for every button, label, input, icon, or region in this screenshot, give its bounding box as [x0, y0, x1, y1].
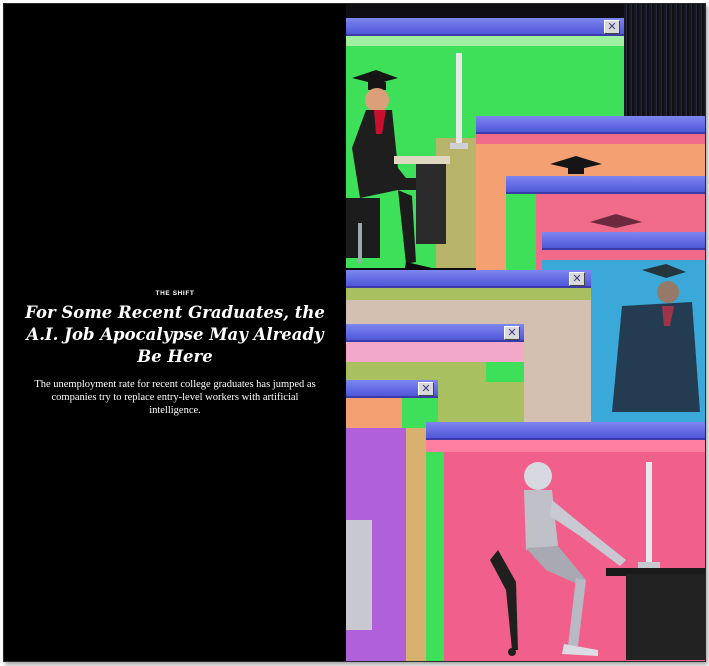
robot-at-computer-illustration — [490, 462, 705, 660]
dark-static-background — [624, 4, 705, 124]
color-block — [476, 134, 705, 144]
graduate-at-computer-illustration — [346, 53, 468, 274]
window-titlebar — [346, 270, 591, 288]
section-kicker[interactable]: THE SHIFT — [4, 290, 346, 297]
close-icon[interactable]: ✕ — [504, 326, 520, 340]
window-titlebar — [346, 324, 524, 342]
close-icon[interactable]: ✕ — [569, 272, 585, 286]
color-block — [426, 452, 444, 661]
color-block — [486, 362, 524, 382]
window-pink-robot — [426, 422, 705, 661]
color-block — [346, 288, 591, 300]
color-block — [346, 342, 524, 362]
window-titlebar — [542, 232, 705, 250]
article-summary: The unemployment rate for recent college… — [34, 379, 316, 416]
window-titlebar — [426, 422, 705, 440]
window-titlebar — [346, 18, 624, 36]
article-headline[interactable]: For Some Recent Graduates, the A.I. Job … — [24, 302, 326, 368]
close-icon[interactable]: ✕ — [418, 382, 434, 396]
color-block — [346, 520, 372, 630]
window-titlebar — [476, 116, 705, 134]
close-icon[interactable]: ✕ — [604, 20, 620, 34]
blurred-graduate-illustration — [612, 264, 700, 412]
color-block — [542, 250, 705, 260]
headline-panel: THE SHIFT For Some Recent Graduates, the… — [4, 4, 346, 661]
illustration: ✕ ✕ ✕ ✕ — [346, 4, 705, 661]
article-card[interactable]: THE SHIFT For Some Recent Graduates, the… — [3, 3, 706, 662]
window-titlebar — [506, 176, 705, 194]
window-purple: ✕ — [346, 380, 438, 661]
color-block — [346, 36, 624, 46]
